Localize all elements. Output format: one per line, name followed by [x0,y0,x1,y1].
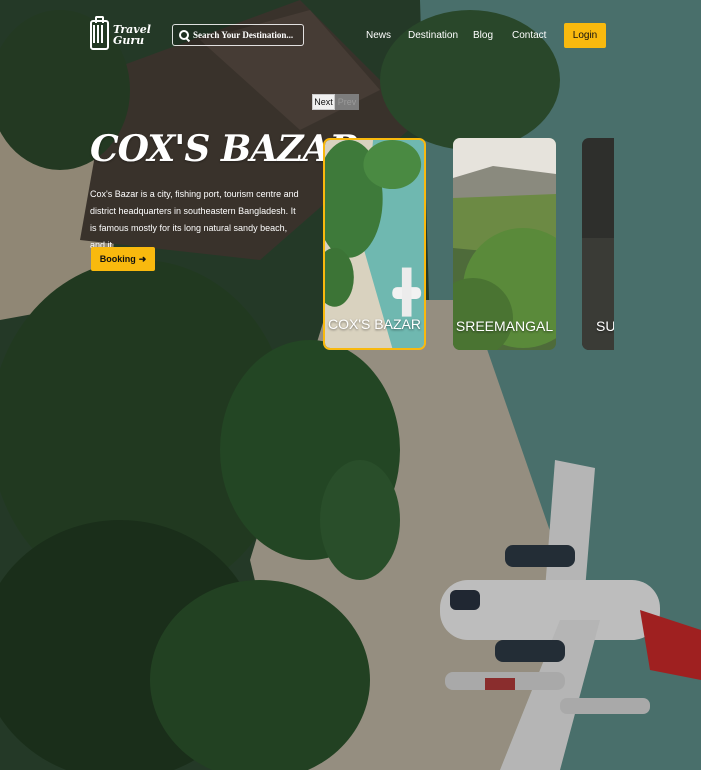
card-title: COX'S BAZAR [328,316,421,332]
luggage-icon [90,16,109,50]
booking-button[interactable]: Booking ➜ [91,247,155,271]
card-title: SU [596,318,614,334]
nav-destination[interactable]: Destination [408,30,458,41]
hero-description: Cox's Bazar is a city, fishing port, tou… [90,189,299,250]
background-image [0,0,701,770]
card-coxs-bazar[interactable]: COX'S BAZAR [323,138,426,350]
card-su[interactable]: SU [582,138,614,350]
slider-next-button[interactable]: Next [312,94,335,110]
slider-prev-button[interactable]: Prev [335,94,359,110]
site-logo[interactable]: Travel Guru [90,16,151,50]
nav-blog[interactable]: Blog [473,30,493,41]
search-input[interactable] [193,30,305,40]
logo-text: Travel Guru [113,23,151,47]
booking-label: Booking [99,254,136,264]
search-icon [179,30,189,40]
nav-contact[interactable]: Contact [512,30,546,41]
card-title: SREEMANGAL [455,318,554,334]
arrow-right-icon: ➜ [138,253,147,264]
login-button[interactable]: Login [564,23,606,48]
search-box[interactable] [172,24,305,46]
card-sreemangal[interactable]: SREEMANGAL [453,138,556,350]
hero-title: COX'S BAZAR [90,128,359,170]
nav-news[interactable]: News [366,30,391,41]
destination-cards: COX'S BAZAR SREEMANGAL SU [322,137,614,355]
